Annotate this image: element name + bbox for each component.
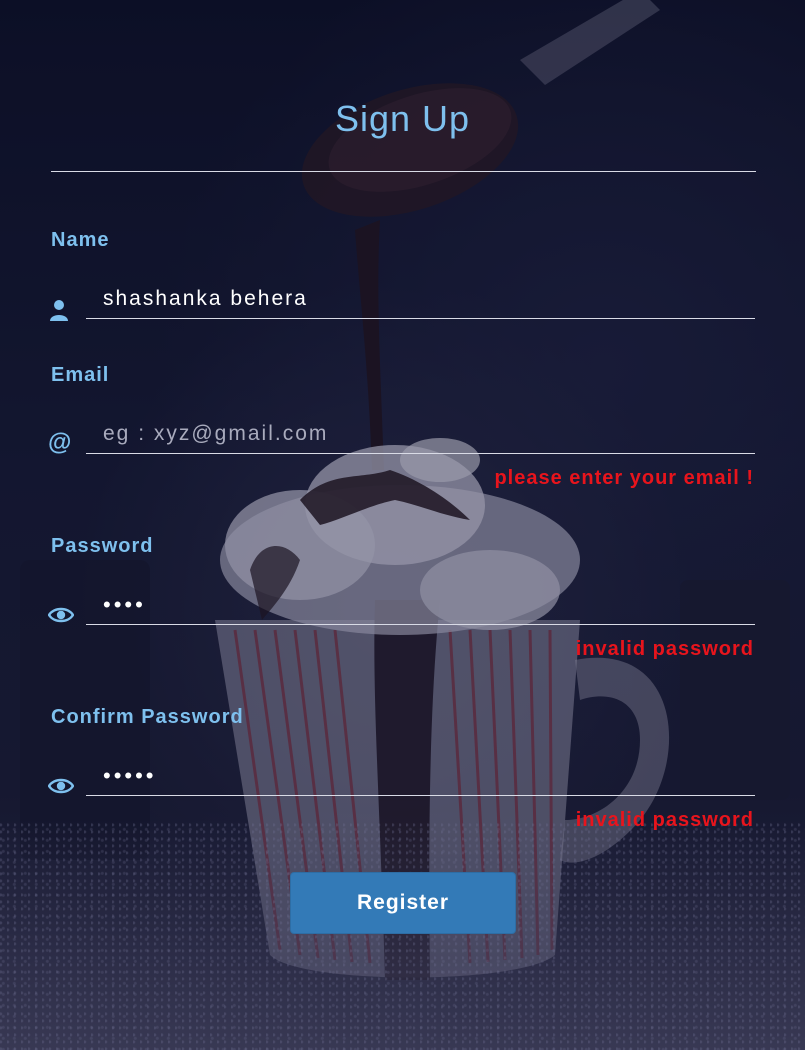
email-input[interactable] xyxy=(86,414,755,454)
email-label: Email xyxy=(51,364,110,386)
name-label: Name xyxy=(51,229,110,251)
confirm-password-input[interactable] xyxy=(86,756,755,796)
name-input[interactable] xyxy=(86,279,755,319)
at-icon: @ xyxy=(48,429,72,456)
signup-form: Sign Up Name Email @ please enter your e… xyxy=(0,0,805,1050)
page-title: Sign Up xyxy=(334,98,471,139)
email-error: please enter your email ! xyxy=(494,467,754,489)
confirm-password-error: invalid password xyxy=(575,809,754,831)
eye-icon[interactable] xyxy=(48,774,74,798)
password-input[interactable] xyxy=(86,585,755,625)
password-error: invalid password xyxy=(575,638,754,660)
password-label: Password xyxy=(51,535,154,557)
eye-icon[interactable] xyxy=(48,603,74,627)
confirm-password-label: Confirm Password xyxy=(51,706,244,728)
user-icon xyxy=(48,298,72,322)
title-divider xyxy=(51,171,756,172)
register-button[interactable]: Register xyxy=(290,872,516,934)
